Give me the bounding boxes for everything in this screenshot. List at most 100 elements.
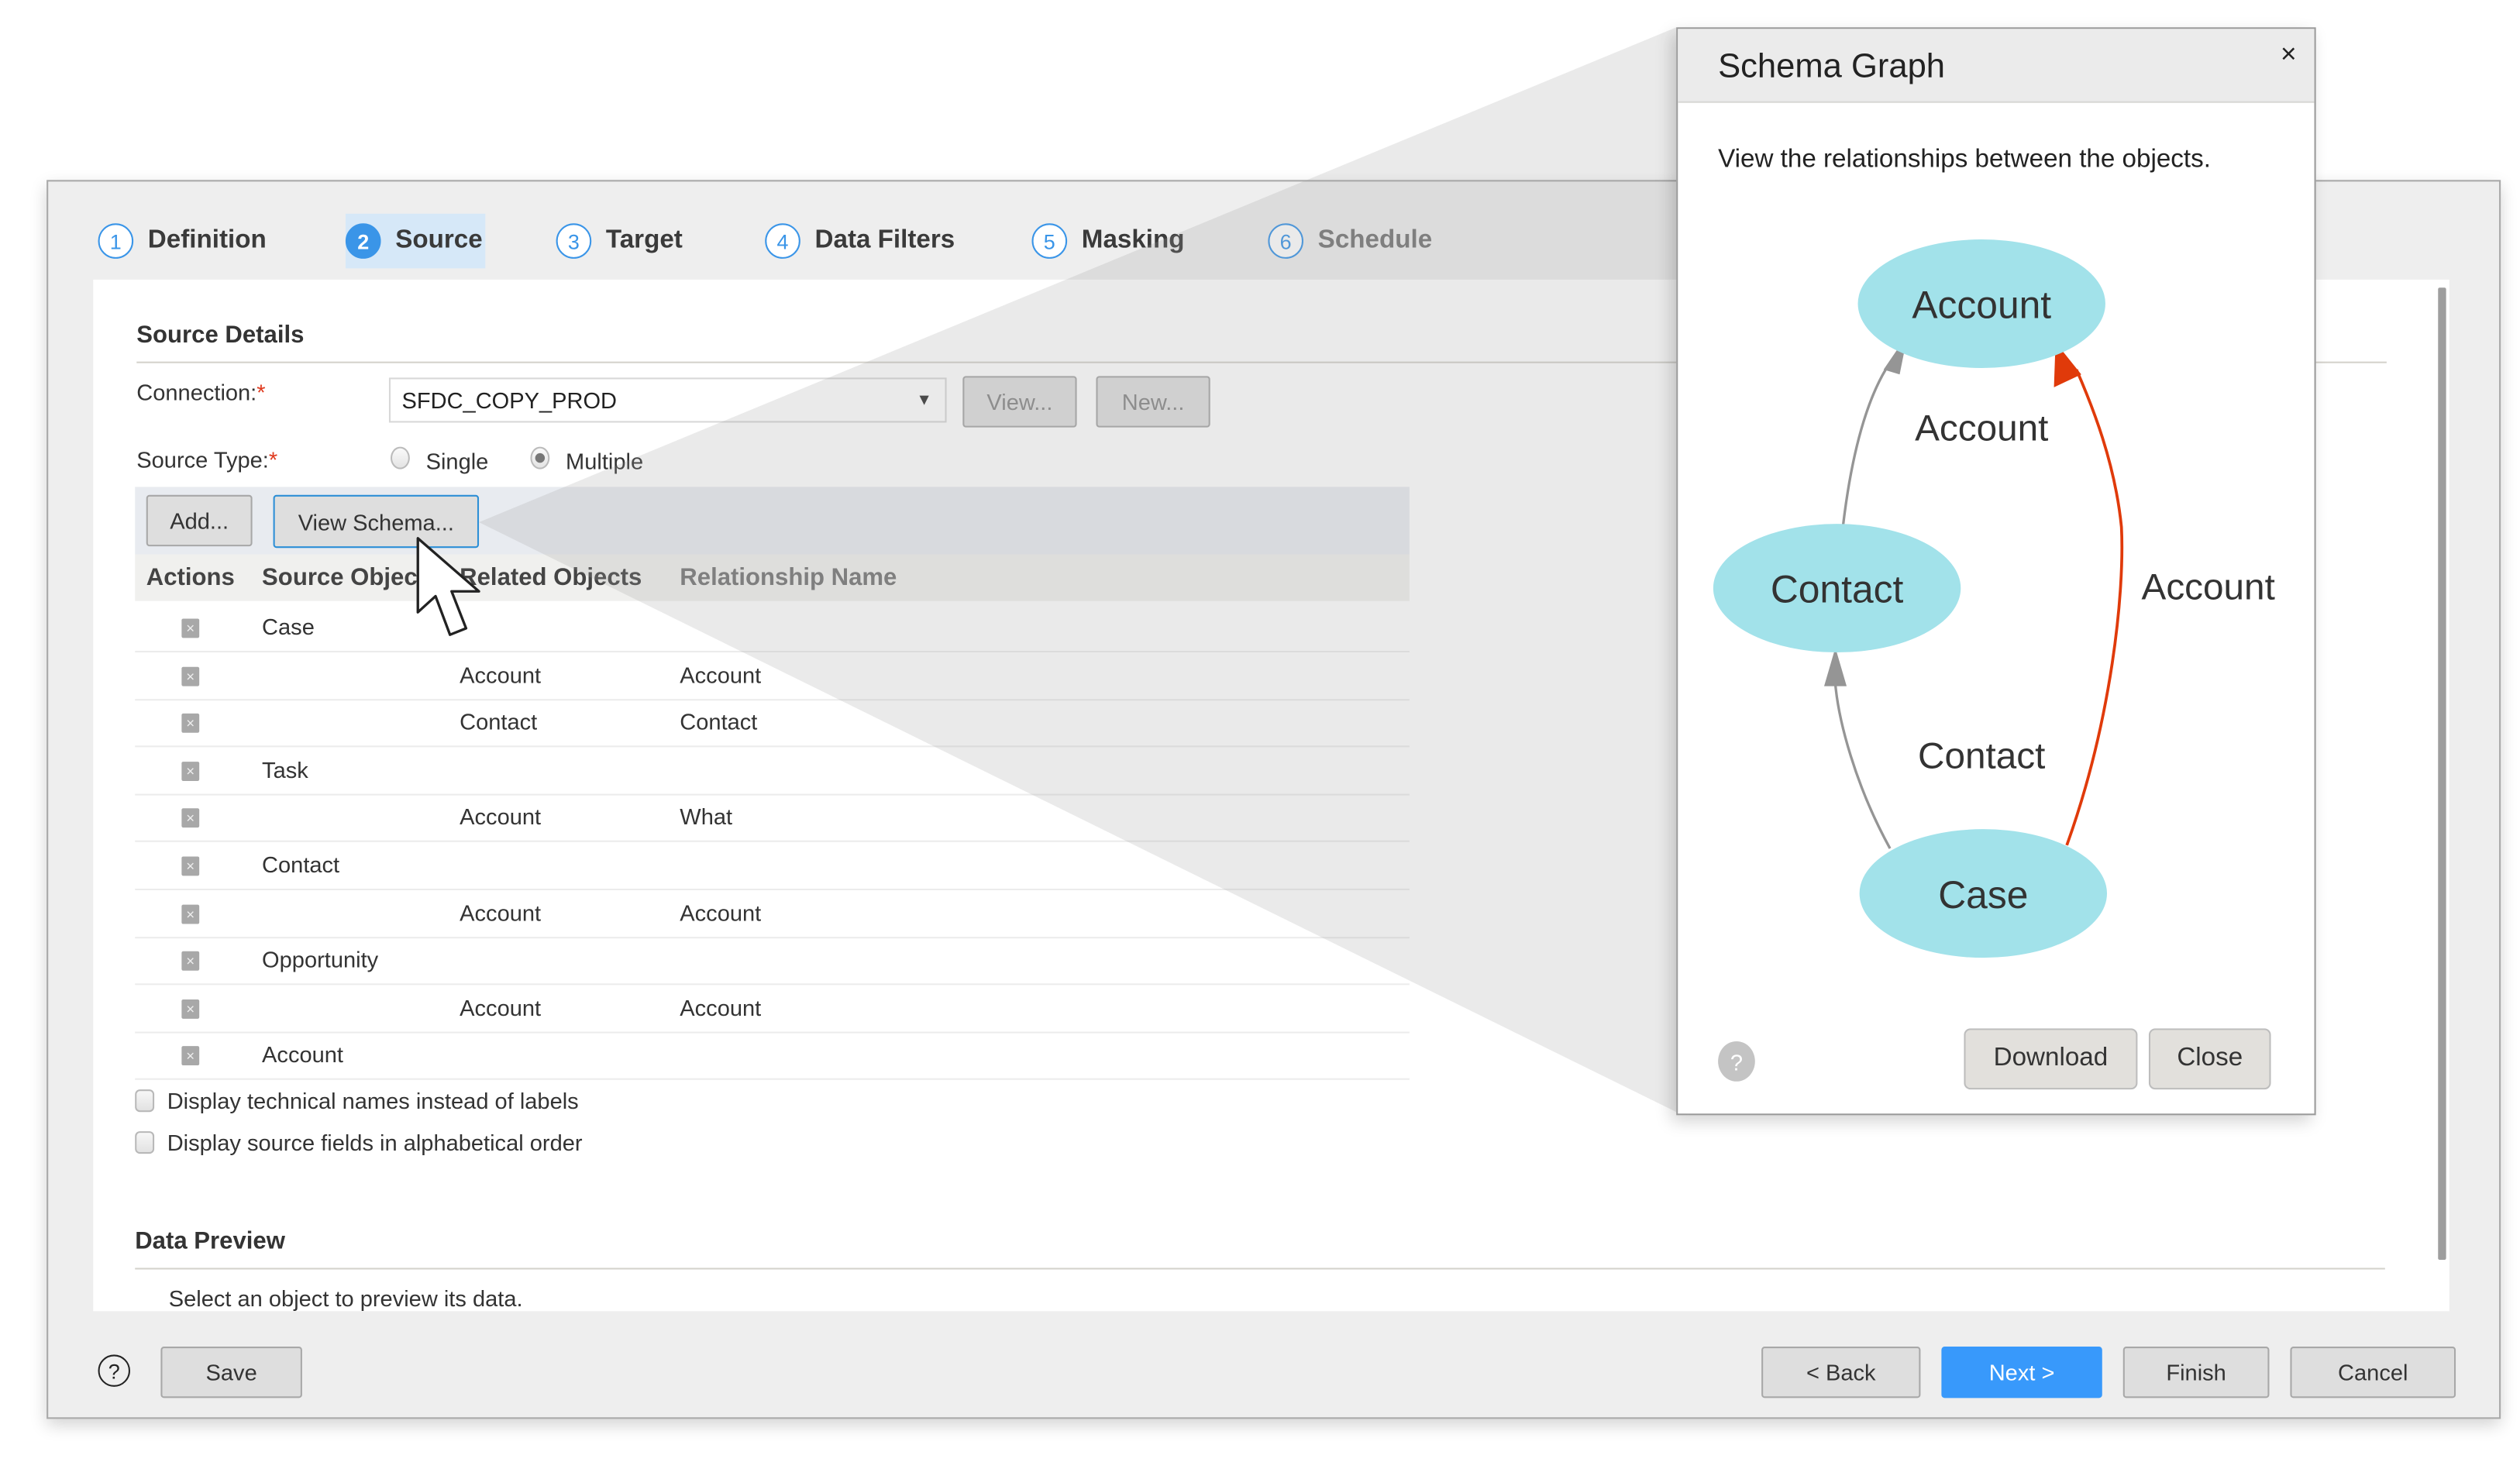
radio-multiple-label: Multiple — [566, 448, 644, 474]
download-button[interactable]: Download — [1964, 1028, 2138, 1090]
edge-label: Account — [2142, 567, 2275, 608]
connection-select[interactable]: SFDC_COPY_PROD ▼ — [388, 377, 947, 423]
alphabetical-order-checkbox[interactable] — [135, 1131, 155, 1154]
radio-multiple[interactable] — [530, 446, 550, 470]
dialog-description: View the relationships between the objec… — [1718, 146, 2211, 174]
dropdown-caret-icon: ▼ — [916, 391, 932, 409]
technical-names-checkbox[interactable] — [135, 1089, 155, 1113]
step-number: 2 — [345, 223, 381, 259]
step-source[interactable]: 2 Source — [345, 213, 486, 269]
step-label: Schedule — [1317, 226, 1433, 254]
data-preview-title: Data Preview — [135, 1227, 285, 1255]
step-label: Target — [605, 226, 683, 254]
table-row[interactable]: × Task — [135, 747, 1410, 796]
step-masking[interactable]: 5 Masking — [1031, 214, 1185, 269]
table-row[interactable]: × Account Account — [135, 985, 1410, 1034]
source-type-label-text: Source Type: — [136, 446, 269, 473]
step-label: Definition — [147, 226, 267, 254]
table-row[interactable]: × Contact — [135, 842, 1410, 890]
graph-edge-case-account — [2065, 369, 2124, 846]
required-marker: * — [268, 446, 278, 473]
source-type-label: Source Type:* — [136, 447, 277, 473]
step-number: 3 — [556, 223, 592, 259]
cell-relationship: Account — [680, 899, 762, 925]
schema-graph: Account Contact Case Account Contact Acc… — [1713, 239, 2275, 958]
header-relationship-name[interactable]: Relationship Name — [680, 564, 897, 591]
connection-label: Connection:* — [136, 379, 265, 404]
data-preview-message: Select an object to preview its data. — [168, 1285, 523, 1312]
cancel-button[interactable]: Cancel — [2290, 1347, 2456, 1398]
connection-label-text: Connection: — [136, 379, 257, 405]
step-data-filters[interactable]: 4 Data Filters — [765, 214, 955, 269]
cell-related: Account — [460, 661, 542, 687]
cell-source: Account — [262, 1041, 343, 1068]
connection-value: SFDC_COPY_PROD — [401, 387, 618, 414]
step-definition[interactable]: 1 Definition — [98, 214, 267, 269]
divider — [135, 1268, 2385, 1270]
alphabetical-order-label: Display source fields in alphabetical or… — [167, 1130, 583, 1156]
table-row[interactable]: × Contact Contact — [135, 700, 1410, 748]
cell-relationship: What — [680, 803, 733, 830]
dialog-title: Schema Graph — [1718, 48, 1946, 85]
remove-row-icon[interactable]: × — [181, 714, 200, 734]
remove-row-icon[interactable]: × — [181, 1046, 200, 1066]
header-actions: Actions — [146, 563, 235, 592]
step-number: 5 — [1031, 223, 1068, 259]
radio-single[interactable] — [390, 446, 410, 470]
table-row[interactable]: × Account Account — [135, 652, 1410, 700]
remove-row-icon[interactable]: × — [181, 903, 200, 924]
step-target[interactable]: 3 Target — [556, 214, 683, 269]
remove-row-icon[interactable]: × — [181, 618, 200, 638]
cell-relationship: Account — [680, 661, 762, 687]
cell-related: Account — [460, 994, 542, 1020]
cell-source: Opportunity — [262, 946, 379, 973]
remove-row-icon[interactable]: × — [181, 951, 200, 972]
cell-source: Case — [262, 614, 315, 640]
finish-button[interactable]: Finish — [2122, 1347, 2270, 1398]
step-number: 4 — [765, 223, 800, 259]
node-label: Account — [1912, 284, 2051, 327]
arrowhead-icon — [1823, 647, 1847, 686]
table-header: Actions Source Objects Related Objects R… — [135, 554, 1410, 601]
cell-relationship: Contact — [680, 709, 758, 735]
step-number: 6 — [1268, 223, 1304, 259]
step-label: Masking — [1081, 226, 1185, 254]
node-label: Contact — [1771, 568, 1904, 611]
table-row[interactable]: × Account — [135, 1032, 1410, 1081]
remove-row-icon[interactable]: × — [181, 999, 200, 1019]
remove-row-icon[interactable]: × — [181, 761, 200, 781]
vertical-scrollbar[interactable] — [2438, 287, 2446, 1261]
view-connection-button[interactable]: View... — [962, 376, 1077, 428]
remove-row-icon[interactable]: × — [181, 856, 200, 876]
back-button[interactable]: < Back — [1761, 1347, 1921, 1398]
source-details-title: Source Details — [136, 321, 305, 349]
cell-source: Contact — [262, 851, 340, 878]
schema-graph-dialog: Schema Graph × View the relationships be… — [1676, 27, 2316, 1116]
table-row[interactable]: × Account What — [135, 794, 1410, 843]
table-row[interactable]: × Case — [135, 604, 1410, 653]
edge-label: Account — [1915, 408, 2048, 449]
header-source-objects[interactable]: Source Objects — [262, 564, 439, 591]
table-row[interactable]: × Opportunity — [135, 937, 1410, 986]
cell-related: Account — [460, 803, 542, 830]
close-icon[interactable]: × — [2281, 39, 2297, 71]
table-toolbar: Add... View Schema... — [135, 487, 1410, 555]
close-button[interactable]: Close — [2148, 1028, 2271, 1090]
cell-related: Account — [460, 899, 542, 925]
new-connection-button[interactable]: New... — [1096, 376, 1210, 428]
cell-relationship: Account — [680, 994, 762, 1020]
cell-source: Task — [262, 756, 308, 783]
next-button[interactable]: Next > — [1941, 1347, 2102, 1398]
required-marker: * — [256, 379, 266, 405]
help-icon[interactable]: ? — [98, 1354, 130, 1387]
step-schedule[interactable]: 6 Schedule — [1268, 214, 1432, 269]
help-icon[interactable]: ? — [1718, 1041, 1755, 1082]
remove-row-icon[interactable]: × — [181, 666, 200, 686]
save-button[interactable]: Save — [160, 1347, 302, 1398]
edge-label: Contact — [1918, 735, 2045, 776]
technical-names-label: Display technical names instead of label… — [167, 1088, 579, 1114]
table-row[interactable]: × Account Account — [135, 889, 1410, 938]
add-button[interactable]: Add... — [146, 494, 253, 547]
remove-row-icon[interactable]: × — [181, 809, 200, 828]
graph-edge-case-contact — [1833, 684, 1892, 849]
